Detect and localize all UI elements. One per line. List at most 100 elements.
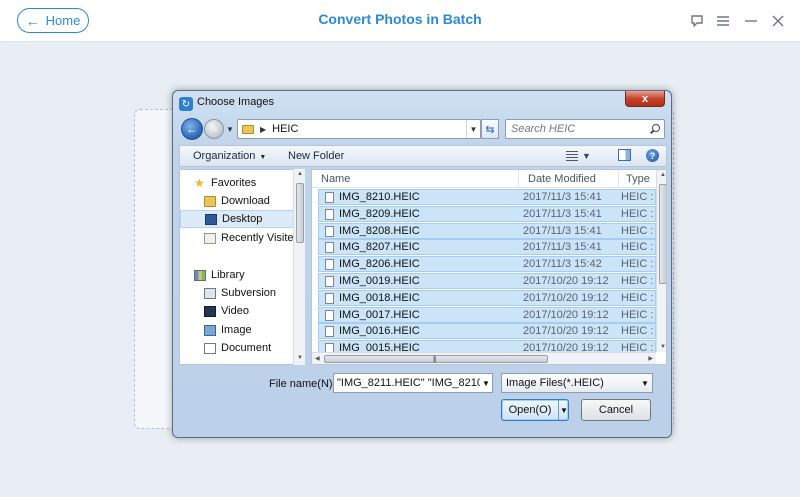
file-type: HEIC :: [621, 325, 654, 338]
file-name-label: File name(N):: [269, 378, 336, 390]
app-header: ← Home Convert Photos in Batch: [0, 0, 800, 42]
refresh-button[interactable]: ⇆: [481, 119, 499, 139]
nav-item-image[interactable]: Image: [204, 321, 304, 339]
refresh-app-icon: ↻: [179, 97, 193, 111]
address-folder[interactable]: HEIC: [272, 123, 298, 135]
nav-library[interactable]: Library: [194, 266, 304, 284]
file-row[interactable]: IMG_0017.HEIC 2017/10/20 19:12 HEIC :: [318, 306, 656, 323]
scroll-down-icon[interactable]: ▼: [660, 344, 666, 350]
search-icon[interactable]: [650, 124, 660, 134]
file-row[interactable]: IMG_0019.HEIC 2017/10/20 19:12 HEIC :: [318, 273, 656, 289]
nav-item-video[interactable]: Video: [204, 302, 304, 320]
column-divider[interactable]: [618, 170, 619, 188]
forward-arrow-icon[interactable]: →: [204, 119, 224, 139]
file-name: IMG_8208.HEIC: [339, 224, 420, 237]
file-name: IMG_0017.HEIC: [339, 308, 420, 321]
organize-menu[interactable]: Organization ▼: [193, 150, 266, 162]
nav-item-document[interactable]: Document: [204, 339, 304, 357]
nav-library-label: Library: [211, 269, 245, 281]
file-row[interactable]: IMG_0016.HEIC 2017/10/20 19:12 HEIC :: [318, 323, 656, 340]
file-row[interactable]: IMG_0018.HEIC 2017/10/20 19:12 HEIC :: [318, 289, 656, 306]
close-icon[interactable]: [769, 12, 787, 30]
cancel-button[interactable]: Cancel: [581, 399, 651, 421]
breadcrumb-arrow-icon[interactable]: ▶: [260, 125, 266, 134]
new-folder-button[interactable]: New Folder: [288, 150, 344, 162]
column-name[interactable]: Name: [321, 173, 350, 185]
app-title: Convert Photos in Batch: [318, 11, 482, 27]
scroll-left-icon[interactable]: ◀: [315, 355, 320, 362]
preview-pane-icon[interactable]: [618, 149, 631, 161]
file-date: 2017/10/20 19:12: [523, 291, 609, 304]
nav-item-subversion[interactable]: Subversion: [204, 284, 304, 302]
minimize-icon[interactable]: [742, 12, 760, 30]
file-date: 2017/11/3 15:41: [523, 241, 602, 254]
scroll-thumb[interactable]: [296, 183, 304, 243]
chevron-down-icon: ▼: [259, 154, 267, 161]
back-arrow-icon[interactable]: ←: [181, 118, 203, 140]
file-row[interactable]: IMG_8207.HEIC 2017/11/3 15:41 HEIC :: [318, 239, 656, 256]
file-icon: [325, 192, 334, 203]
file-name: IMG_8207.HEIC: [339, 241, 420, 254]
navigation-scrollbar[interactable]: ▲ ▼: [293, 169, 305, 365]
nav-item-recently-visited[interactable]: Recently Visited: [204, 229, 304, 247]
open-button-label: Open(O): [508, 404, 552, 416]
column-type[interactable]: Type: [626, 173, 650, 185]
nav-item-download[interactable]: Download: [204, 192, 304, 210]
address-dropdown-icon[interactable]: ▼: [466, 120, 480, 138]
dialog-toolbar: Organization ▼ New Folder ▼ ?: [179, 145, 667, 167]
organize-label: Organization: [193, 150, 256, 162]
nav-favorites[interactable]: ★ Favorites: [194, 174, 304, 192]
nav-item-label: Recently Visited: [221, 232, 300, 244]
scroll-down-icon[interactable]: ▼: [296, 355, 304, 363]
nav-item-desktop[interactable]: Desktop: [180, 210, 300, 228]
file-type-select[interactable]: Image Files(*.HEIC) ▼: [501, 373, 653, 393]
file-type: HEIC :: [621, 191, 654, 203]
dialog-close-button[interactable]: x: [625, 91, 665, 107]
nav-favorites-label: Favorites: [211, 177, 257, 189]
column-divider[interactable]: [518, 170, 519, 188]
scroll-thumb[interactable]: [659, 184, 666, 284]
image-icon: [204, 324, 216, 336]
change-view-button[interactable]: ▼: [566, 149, 596, 163]
file-icon: [325, 242, 334, 254]
help-icon[interactable]: ?: [646, 149, 659, 162]
address-bar[interactable]: ▶ HEIC ▼: [237, 119, 481, 139]
recent-places-icon: [204, 232, 216, 244]
file-type: HEIC :: [621, 224, 654, 237]
dialog-frame: ↻ Choose Images x ← → ▼ ▶ HEIC ▼ ⇆ Searc…: [173, 91, 671, 437]
nav-item-label: Image: [221, 324, 252, 336]
feedback-icon[interactable]: [688, 12, 706, 30]
file-row[interactable]: IMG_8206.HEIC 2017/11/3 15:42 HEIC :: [318, 256, 656, 273]
search-input[interactable]: Search HEIC: [505, 119, 665, 139]
file-type: HEIC :: [621, 275, 654, 287]
file-icon: [325, 276, 334, 287]
file-type: HEIC :: [621, 308, 654, 321]
file-row[interactable]: IMG_8208.HEIC 2017/11/3 15:41 HEIC :: [318, 222, 656, 239]
file-icon: [325, 259, 334, 271]
scroll-right-icon[interactable]: ▶: [648, 355, 653, 362]
file-row[interactable]: IMG_8210.HEIC 2017/11/3 15:41 HEIC :: [318, 189, 656, 205]
file-icon: [325, 208, 334, 220]
scroll-up-icon[interactable]: ▲: [660, 172, 666, 178]
file-list-horizontal-scrollbar[interactable]: ◀ ||| ▶: [312, 352, 656, 364]
file-name-value: "IMG_8211.HEIC" "IMG_8210.H: [337, 377, 493, 389]
file-name-dropdown-icon[interactable]: ▼: [480, 374, 492, 392]
file-date: 2017/10/20 19:12: [523, 275, 609, 287]
file-list-vertical-scrollbar[interactable]: ▲ ▼: [656, 170, 666, 352]
file-name: IMG_0018.HEIC: [339, 291, 420, 304]
open-button[interactable]: Open(O) ▼: [501, 399, 569, 421]
file-icon: [325, 309, 334, 321]
chevron-down-icon: ▼: [641, 378, 649, 388]
open-options-dropdown-icon[interactable]: ▼: [558, 400, 569, 420]
file-row[interactable]: IMG_8209.HEIC 2017/11/3 15:41 HEIC :: [318, 205, 656, 222]
file-date: 2017/11/3 15:42: [523, 258, 602, 271]
recent-locations-dropdown[interactable]: ▼: [225, 123, 235, 135]
file-name-input[interactable]: "IMG_8211.HEIC" "IMG_8210.H ▼: [333, 373, 493, 393]
file-date: 2017/11/3 15:41: [523, 191, 602, 203]
scroll-thumb[interactable]: |||: [324, 355, 548, 363]
nav-item-label: Subversion: [221, 287, 277, 299]
column-date-modified[interactable]: Date Modified: [528, 173, 596, 185]
menu-icon[interactable]: [714, 12, 732, 30]
scroll-up-icon[interactable]: ▲: [296, 171, 304, 179]
file-date: 2017/10/20 19:12: [523, 325, 609, 338]
